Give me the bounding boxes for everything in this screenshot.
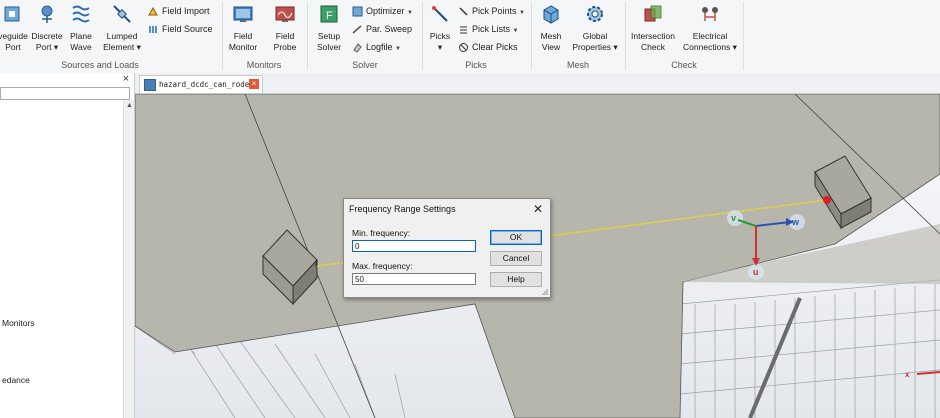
field-source-icon [149, 26, 157, 34]
close-icon[interactable]: × [123, 73, 129, 85]
group-label-monitors: Monitors [246, 60, 282, 70]
field-probe-icon [275, 6, 295, 22]
svg-text:F: F [326, 10, 333, 22]
picks-button[interactable]: Picks ▾ [426, 3, 454, 53]
dialog-title: Frequency Range Settings [349, 204, 456, 214]
ok-button[interactable]: OK [490, 230, 542, 245]
group-separator [422, 2, 423, 70]
setup-solver-icon: F [320, 5, 338, 23]
svg-text:u: u [753, 267, 759, 277]
mesh-view-icon [543, 5, 559, 24]
lumped-element-icon [113, 5, 131, 23]
field-monitor-button[interactable]: Field Monitor [226, 3, 260, 53]
tab-label: hazard_dcdc_can_rode [159, 80, 250, 89]
discrete-port-button[interactable]: Discrete Port ▾ [30, 3, 64, 53]
group-label-mesh: Mesh [566, 60, 589, 70]
clear-picks-icon [459, 43, 468, 53]
tree-search-input[interactable] [0, 87, 130, 100]
logfile-icon [353, 43, 362, 53]
optimizer-icon [352, 6, 363, 17]
group-separator [625, 2, 626, 70]
field-monitor-icon [233, 6, 253, 22]
svg-text:v: v [731, 213, 736, 223]
discrete-port-icon [41, 5, 53, 23]
plane-wave-icon [72, 5, 90, 23]
lumped-element-button[interactable]: Lumped Element ▾ [100, 3, 144, 53]
tree-item-impedance[interactable]: edance [2, 375, 30, 385]
setup-solver-button[interactable]: F Setup Solver [312, 3, 346, 53]
port-number-label: 1 [314, 261, 318, 268]
par-sweep-button[interactable]: Par. Sweep [352, 22, 412, 36]
navigation-tree-panel: × ▲ Monitors edance [0, 73, 135, 418]
document-tab-bar: hazard_dcdc_can_rode × [135, 73, 940, 94]
field-probe-button[interactable]: Field Probe [268, 3, 302, 53]
cancel-button[interactable]: Cancel [490, 251, 542, 266]
electrical-connections-button[interactable]: Electrical Connections ▾ [680, 3, 740, 53]
intersection-check-button[interactable]: Intersection Check [628, 3, 678, 53]
group-label-sources: Sources and Loads [61, 60, 139, 70]
group-label-check: Check [671, 60, 697, 70]
mesh-view-button[interactable]: Mesh View [535, 3, 567, 53]
field-import-button[interactable]: Field Import [148, 4, 210, 18]
picks-icon [432, 6, 448, 22]
chevron-up-icon[interactable]: ▲ [126, 102, 133, 109]
port-endpoint [823, 196, 831, 204]
min-frequency-input[interactable]: 0 [352, 240, 476, 252]
svg-text:x: x [905, 370, 910, 379]
project-icon [144, 79, 156, 91]
max-frequency-label: Max. frequency: [352, 261, 413, 271]
field-import-icon [148, 7, 158, 16]
ribbon: veguide Port Discrete Port ▾ Plane Wave … [0, 0, 940, 74]
group-separator [743, 2, 744, 70]
par-sweep-icon [352, 25, 362, 34]
group-label-picks: Picks [465, 60, 487, 70]
optimizer-button[interactable]: Optimizer ▼ [352, 4, 413, 18]
electrical-connections-icon [702, 7, 718, 21]
pick-lists-icon [460, 26, 467, 34]
clear-picks-button[interactable]: Clear Picks [458, 40, 518, 54]
gear-icon [587, 6, 603, 22]
group-separator [307, 2, 308, 70]
tree-scrollbar[interactable]: ▲ [123, 100, 134, 418]
logfile-button[interactable]: Logfile ▼ [352, 40, 401, 54]
resize-grip-icon[interactable] [540, 287, 548, 295]
pick-points-button[interactable]: Pick Points ▼ [458, 4, 525, 18]
help-button[interactable]: Help [490, 272, 542, 287]
close-icon[interactable]: ✕ [533, 202, 543, 216]
frequency-range-dialog: Frequency Range Settings ✕ Min. frequenc… [343, 198, 551, 298]
tab-close-icon[interactable]: × [249, 79, 259, 89]
max-frequency-input[interactable]: 50 [352, 273, 476, 285]
waveguide-port-button[interactable]: veguide Port [0, 3, 30, 53]
plane-wave-button[interactable]: Plane Wave [66, 3, 96, 53]
group-separator [531, 2, 532, 70]
tab-project[interactable]: hazard_dcdc_can_rode × [139, 75, 263, 93]
svg-text:w: w [791, 217, 800, 227]
group-separator [222, 2, 223, 70]
group-label-solver: Solver [352, 60, 378, 70]
pick-lists-button[interactable]: Pick Lists ▼ [458, 22, 518, 36]
waveguide-port-icon [4, 6, 20, 22]
field-source-button[interactable]: Field Source [148, 22, 213, 36]
intersection-check-icon [644, 5, 662, 22]
pick-points-icon [459, 7, 468, 16]
min-frequency-label: Min. frequency: [352, 228, 411, 238]
tree-item-monitors[interactable]: Monitors [2, 318, 35, 328]
global-properties-button[interactable]: Global Properties ▾ [570, 3, 620, 53]
